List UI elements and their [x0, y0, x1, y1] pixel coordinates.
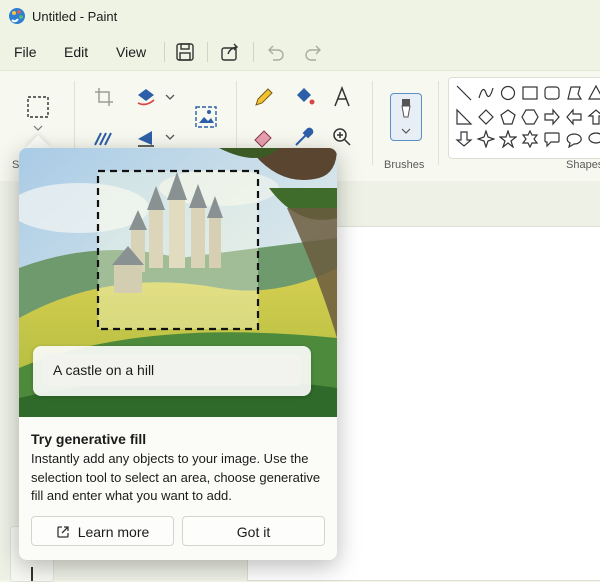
window-title: Untitled - Paint: [32, 9, 118, 24]
text-icon[interactable]: [330, 85, 354, 109]
crop-icon[interactable]: [92, 85, 116, 109]
left-arrow-shape-icon[interactable]: [565, 108, 583, 126]
paint-palette-icon: [9, 8, 25, 24]
resize-icon[interactable]: [92, 125, 116, 149]
popover-title: Try generative fill: [31, 431, 147, 447]
fill-icon[interactable]: [292, 85, 316, 109]
share-icon[interactable]: [219, 41, 241, 63]
hexagon-shape-icon[interactable]: [521, 108, 539, 126]
chevron-down-icon[interactable]: [158, 85, 182, 109]
rotate-icon[interactable]: [134, 85, 158, 109]
got-it-button[interactable]: Got it: [182, 516, 325, 546]
down-arrow-shape-icon[interactable]: [455, 130, 473, 148]
chevron-down-icon[interactable]: [158, 125, 182, 149]
redo-icon[interactable]: [303, 41, 325, 63]
up-arrow-shape-icon[interactable]: [587, 108, 600, 126]
oval-shape-icon[interactable]: [499, 84, 517, 102]
learn-more-label: Learn more: [77, 524, 150, 540]
group-label-shapes: Shapes: [566, 159, 600, 171]
menu-view[interactable]: View: [116, 44, 146, 60]
image-select-icon[interactable]: [194, 105, 218, 129]
undo-icon[interactable]: [264, 41, 286, 63]
right-triangle-shape-icon[interactable]: [455, 108, 473, 126]
divider: [207, 42, 208, 62]
external-link-icon: [57, 526, 69, 538]
flip-icon[interactable]: [134, 125, 158, 149]
rounded-callout-shape-icon[interactable]: [543, 130, 561, 148]
title-bar: Untitled - Paint: [0, 0, 600, 34]
triangle-shape-icon[interactable]: [587, 84, 600, 102]
menu-bar: File Edit View: [0, 34, 600, 70]
menu-file[interactable]: File: [14, 44, 37, 60]
divider: [372, 81, 373, 165]
menu-edit[interactable]: Edit: [64, 44, 88, 60]
brush-icon: [401, 99, 411, 118]
popover-description: Instantly add any objects to your image.…: [31, 451, 321, 503]
save-icon[interactable]: [174, 41, 196, 63]
generative-fill-popover: A castle on a hill Try generative fill I…: [19, 148, 337, 560]
diamond-shape-icon[interactable]: [477, 108, 495, 126]
brushes-button[interactable]: [390, 93, 422, 141]
chevron-down-icon: [401, 128, 411, 134]
pencil-icon[interactable]: [252, 85, 276, 109]
cursor-marker: [31, 567, 33, 581]
color-picker-icon[interactable]: [292, 125, 316, 149]
prompt-card: A castle on a hill: [33, 346, 311, 396]
polygon-shape-icon[interactable]: [565, 84, 583, 102]
four-point-star-shape-icon[interactable]: [477, 130, 495, 148]
rectangle-shape-icon[interactable]: [521, 84, 539, 102]
rounded-rectangle-shape-icon[interactable]: [543, 84, 561, 102]
selection-rectangle-icon[interactable]: [26, 95, 50, 119]
magnifier-icon[interactable]: [330, 125, 354, 149]
group-label-brushes: Brushes: [384, 159, 425, 171]
learn-more-button[interactable]: Learn more: [31, 516, 174, 546]
pentagon-shape-icon[interactable]: [499, 108, 517, 126]
eraser-icon[interactable]: [252, 125, 276, 149]
six-point-star-shape-icon[interactable]: [521, 130, 539, 148]
five-point-star-shape-icon[interactable]: [499, 130, 517, 148]
divider: [253, 42, 254, 62]
divider: [164, 42, 165, 62]
shapes-gallery: [448, 77, 600, 159]
curve-shape-icon[interactable]: [477, 84, 495, 102]
prompt-input[interactable]: A castle on a hill: [43, 354, 301, 386]
line-shape-icon[interactable]: [455, 84, 473, 102]
chevron-down-icon[interactable]: [26, 123, 50, 135]
right-arrow-shape-icon[interactable]: [543, 108, 561, 126]
oval-callout-shape-icon[interactable]: [565, 130, 583, 148]
divider: [438, 81, 439, 165]
cloud-callout-shape-icon[interactable]: [587, 130, 600, 148]
